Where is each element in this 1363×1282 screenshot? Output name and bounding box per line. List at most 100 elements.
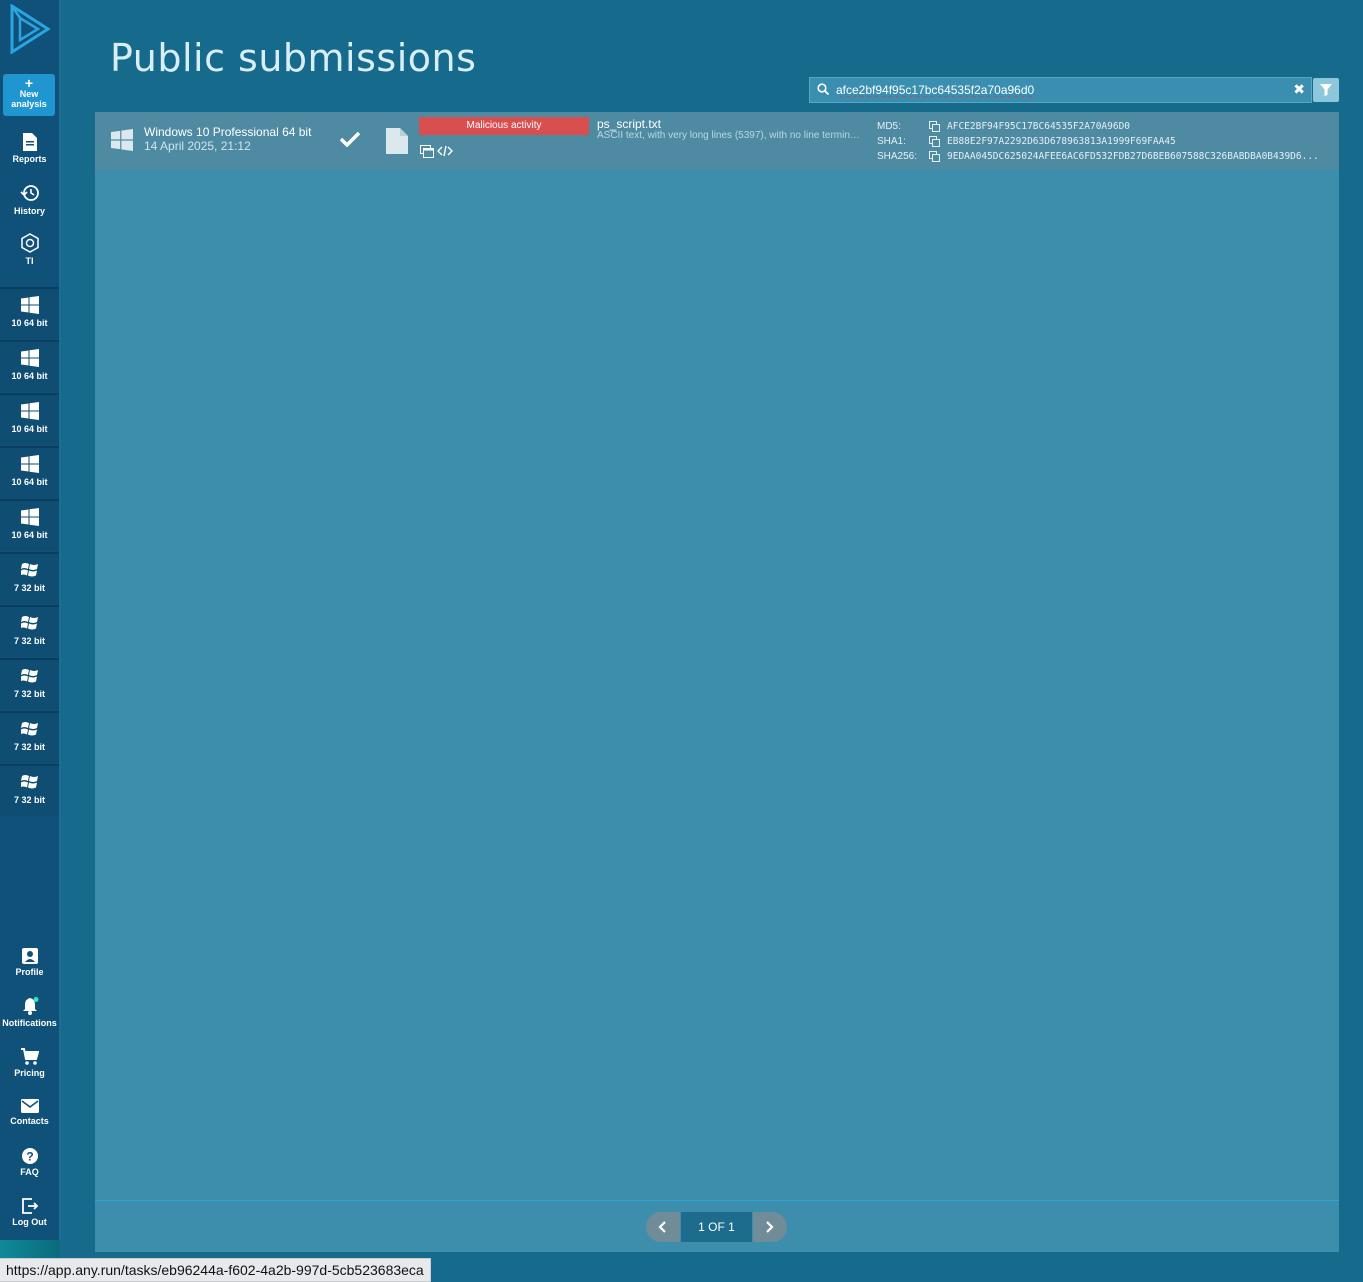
sha256-label: SHA256: [877,151,918,162]
os-item-win7[interactable]: 7 32 bit [0,711,59,763]
windows10-icon [111,129,133,151]
pagination: 1 OF 1 [646,1212,787,1242]
sidebar-item-label: TI [25,256,34,266]
copy-icon[interactable] [929,151,940,162]
sidebar-item-label: Reports [12,154,47,164]
os-item-label: 7 32 bit [13,689,45,699]
os-item-label: 7 32 bit [13,795,45,805]
sidebar-item-history[interactable]: History [0,183,59,216]
search-icon [817,83,829,95]
new-analysis-button[interactable]: + New analysis [3,74,55,116]
clear-search-icon[interactable]: ✖ [1293,81,1305,98]
logout-icon [21,1198,38,1214]
sha1-value: EB88E2F97A2292D63D678963813A1999F69FAA45 [947,136,1176,147]
sidebar-item-pricing[interactable]: Pricing [0,1048,59,1078]
os-item-win7[interactable]: 7 32 bit [0,552,59,604]
sidebar-item-logout[interactable]: Log Out [0,1198,59,1227]
md5-label: MD5: [877,121,901,132]
os-item-label: 10 64 bit [11,424,48,434]
os-item-label: 7 32 bit [13,742,45,752]
os-item-label: 10 64 bit [11,318,48,328]
sidebar-item-label: Notifications [2,1018,57,1028]
checkmark-icon [340,131,360,147]
task-date: 14 April 2025, 21:12 [144,139,251,153]
sha1-label: SHA1: [877,136,906,147]
sidebar-item-profile[interactable]: Profile [0,948,59,977]
new-analysis-label-line2: analysis [11,99,47,109]
os-item-win10[interactable]: 10 64 bit [0,393,59,445]
sidebar-item-label: Pricing [14,1068,45,1078]
status-bar-url: https://app.any.run/tasks/eb96244a-f602-… [0,1258,431,1282]
chevron-right-icon [766,1221,774,1233]
sha256-value: 9EDAA045DC625024AFEE6AC6FD532FDB27D6BEB6… [947,151,1319,162]
os-item-label: 7 32 bit [13,583,45,593]
sidebar-item-label: Contacts [10,1116,49,1126]
prev-page-button[interactable] [646,1212,680,1242]
os-item-win10[interactable]: 10 64 bit [0,446,59,498]
profile-icon [21,948,38,964]
windows7-icon [20,616,38,630]
sidebar: + New analysis Reports History TI 10 64 … [0,0,61,1281]
os-name: Windows 10 Professional 64 bit [144,125,312,139]
sidebar-item-ti[interactable]: TI [0,233,59,266]
search-box[interactable]: ✖ [809,77,1312,103]
os-item-win10[interactable]: 10 64 bit [0,287,59,339]
os-item-win10[interactable]: 10 64 bit [0,499,59,551]
plus-icon: + [24,75,34,91]
sidebar-item-label: Profile [15,967,44,977]
next-page-button[interactable] [753,1212,787,1242]
file-name[interactable]: ps_script.txt [597,117,661,131]
windows10-icon [20,296,39,314]
windows10-icon [20,349,39,367]
filter-button[interactable] [1313,78,1339,102]
pager-divider [95,1200,1339,1201]
table-row[interactable]: Windows 10 Professional 64 bit 14 April … [95,112,1339,170]
code-icon[interactable] [437,145,453,157]
file-description: ASCII text, with very long lines (5397),… [597,130,861,141]
windows7-icon [20,775,38,789]
os-item-label: 7 32 bit [13,636,45,646]
os-item-label: 10 64 bit [11,530,48,540]
new-analysis-label-line1: New [19,89,39,99]
sidebar-item-label: History [13,206,45,216]
page-indicator: 1 OF 1 [681,1212,752,1242]
threat-intel-icon [20,233,39,253]
mail-icon [20,1099,39,1113]
windows-icon[interactable] [420,145,434,158]
history-icon [19,185,39,201]
chevron-left-icon [658,1221,666,1233]
windows10-icon [20,402,39,420]
sidebar-item-label: FAQ [20,1167,39,1177]
sidebar-item-label: Log Out [12,1217,47,1227]
filter-icon [1320,84,1332,96]
sidebar-item-faq[interactable]: ? FAQ [0,1148,59,1177]
os-item-win7[interactable]: 7 32 bit [0,658,59,710]
cart-icon [20,1048,39,1065]
sidebar-item-reports[interactable]: Reports [0,133,59,164]
file-icon [386,128,408,154]
page-title: Public submissions [110,36,477,80]
verdict-badge: Malicious activity [419,117,589,135]
sidebar-item-contacts[interactable]: Contacts [0,1099,59,1126]
windows7-icon [20,722,38,736]
bell-icon [22,997,38,1015]
os-item-label: 10 64 bit [11,371,48,381]
md5-value: AFCE2BF94F95C17BC64535F2A70A96D0 [947,121,1131,132]
os-item-win10[interactable]: 10 64 bit [0,340,59,392]
document-icon [22,133,37,151]
search-input[interactable] [834,79,1288,101]
windows7-icon [20,563,38,577]
copy-icon[interactable] [929,136,940,147]
anyrun-logo-icon[interactable] [8,3,52,55]
svg-text:?: ? [26,1150,33,1164]
windows10-icon [20,455,39,473]
help-icon: ? [21,1148,38,1164]
windows10-icon [20,508,39,526]
windows7-icon [20,669,38,683]
copy-icon[interactable] [929,121,940,132]
os-item-label: 10 64 bit [11,477,48,487]
os-item-win7[interactable]: 7 32 bit [0,605,59,657]
sidebar-item-notifications[interactable]: Notifications [0,997,59,1028]
os-item-win7[interactable]: 7 32 bit [0,764,59,816]
results-panel: Windows 10 Professional 64 bit 14 April … [95,112,1339,1252]
